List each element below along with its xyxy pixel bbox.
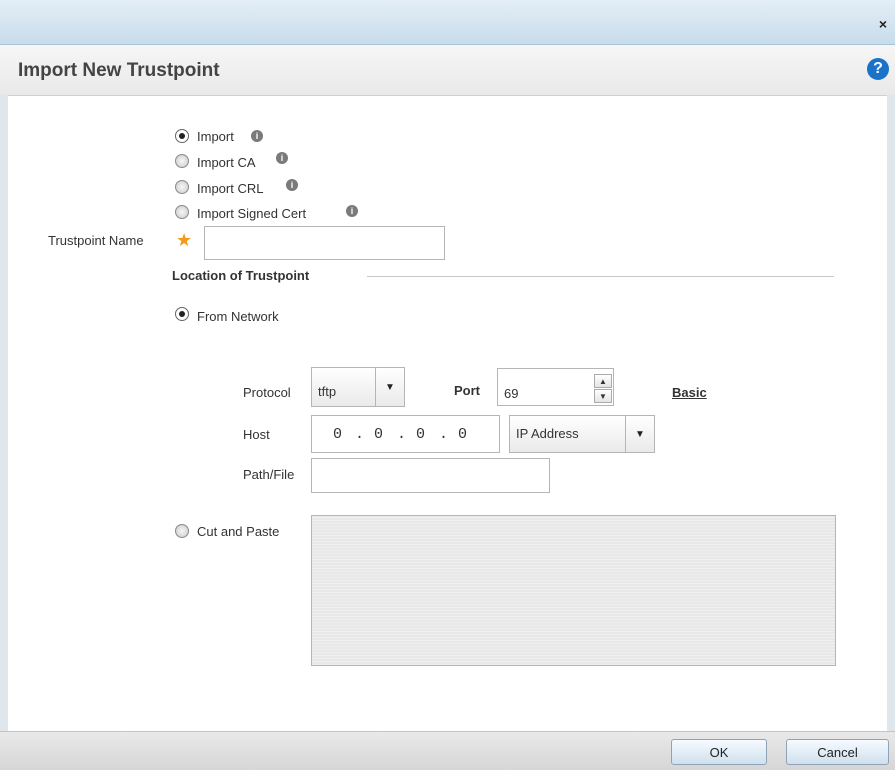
radio-import-crl-label: Import CRL bbox=[197, 181, 264, 196]
radio-from-network-label: From Network bbox=[197, 309, 279, 324]
protocol-value: tftp bbox=[318, 384, 337, 399]
required-icon: ★ bbox=[176, 230, 193, 250]
section-divider bbox=[367, 276, 834, 277]
ok-button[interactable]: OK bbox=[671, 739, 767, 765]
host-octet: 0 bbox=[416, 426, 426, 443]
host-octet: 0 bbox=[458, 426, 468, 443]
radio-import-signed-cert[interactable] bbox=[175, 205, 189, 219]
host-octet: 0 bbox=[333, 426, 343, 443]
radio-import-label: Import bbox=[197, 129, 234, 144]
close-icon[interactable]: × bbox=[879, 16, 887, 32]
protocol-select[interactable]: tftp ▼ bbox=[311, 367, 405, 407]
ip-dot: . bbox=[355, 426, 365, 443]
port-label: Port bbox=[454, 383, 480, 398]
cancel-button[interactable]: Cancel bbox=[786, 739, 889, 765]
chevron-down-icon: ▼ bbox=[375, 368, 404, 406]
info-icon[interactable]: i bbox=[346, 205, 358, 217]
right-border bbox=[887, 95, 895, 731]
radio-import-ca-label: Import CA bbox=[197, 155, 256, 170]
radio-cut-and-paste[interactable] bbox=[175, 524, 189, 538]
chevron-down-icon: ▼ bbox=[625, 416, 654, 452]
ip-dot: . bbox=[439, 426, 449, 443]
help-icon[interactable]: ? bbox=[867, 58, 889, 80]
host-type-select[interactable]: IP Address ▼ bbox=[509, 415, 655, 453]
left-border bbox=[0, 95, 8, 731]
radio-cut-and-paste-label: Cut and Paste bbox=[197, 524, 280, 539]
radio-import-crl[interactable] bbox=[175, 180, 189, 194]
host-label: Host bbox=[243, 427, 270, 442]
page-title: Import New Trustpoint bbox=[18, 60, 220, 81]
host-type-value: IP Address bbox=[516, 426, 579, 441]
paste-textarea[interactable] bbox=[311, 515, 836, 666]
radio-import-ca[interactable] bbox=[175, 154, 189, 168]
host-ip-input[interactable]: 0 . 0 . 0 . 0 bbox=[311, 415, 500, 453]
basic-link[interactable]: Basic bbox=[672, 385, 707, 400]
location-section-title: Location of Trustpoint bbox=[172, 268, 310, 283]
trustpoint-name-label: Trustpoint Name bbox=[48, 233, 144, 248]
path-label: Path/File bbox=[243, 467, 295, 482]
port-value: 69 bbox=[504, 386, 519, 401]
window-titlebar bbox=[0, 0, 895, 45]
info-icon[interactable]: i bbox=[286, 179, 298, 191]
info-icon[interactable]: i bbox=[276, 152, 288, 164]
radio-import-signed-cert-label: Import Signed Cert bbox=[197, 206, 307, 221]
ip-dot: . bbox=[397, 426, 407, 443]
host-octet: 0 bbox=[374, 426, 384, 443]
trustpoint-name-input[interactable] bbox=[204, 226, 445, 260]
spin-down-icon[interactable]: ▼ bbox=[594, 389, 612, 403]
spin-up-icon[interactable]: ▲ bbox=[594, 374, 612, 388]
radio-import[interactable] bbox=[175, 129, 189, 143]
path-file-input[interactable] bbox=[311, 458, 550, 493]
protocol-label: Protocol bbox=[243, 385, 291, 400]
radio-from-network[interactable] bbox=[175, 307, 189, 321]
info-icon[interactable]: i bbox=[251, 130, 263, 142]
